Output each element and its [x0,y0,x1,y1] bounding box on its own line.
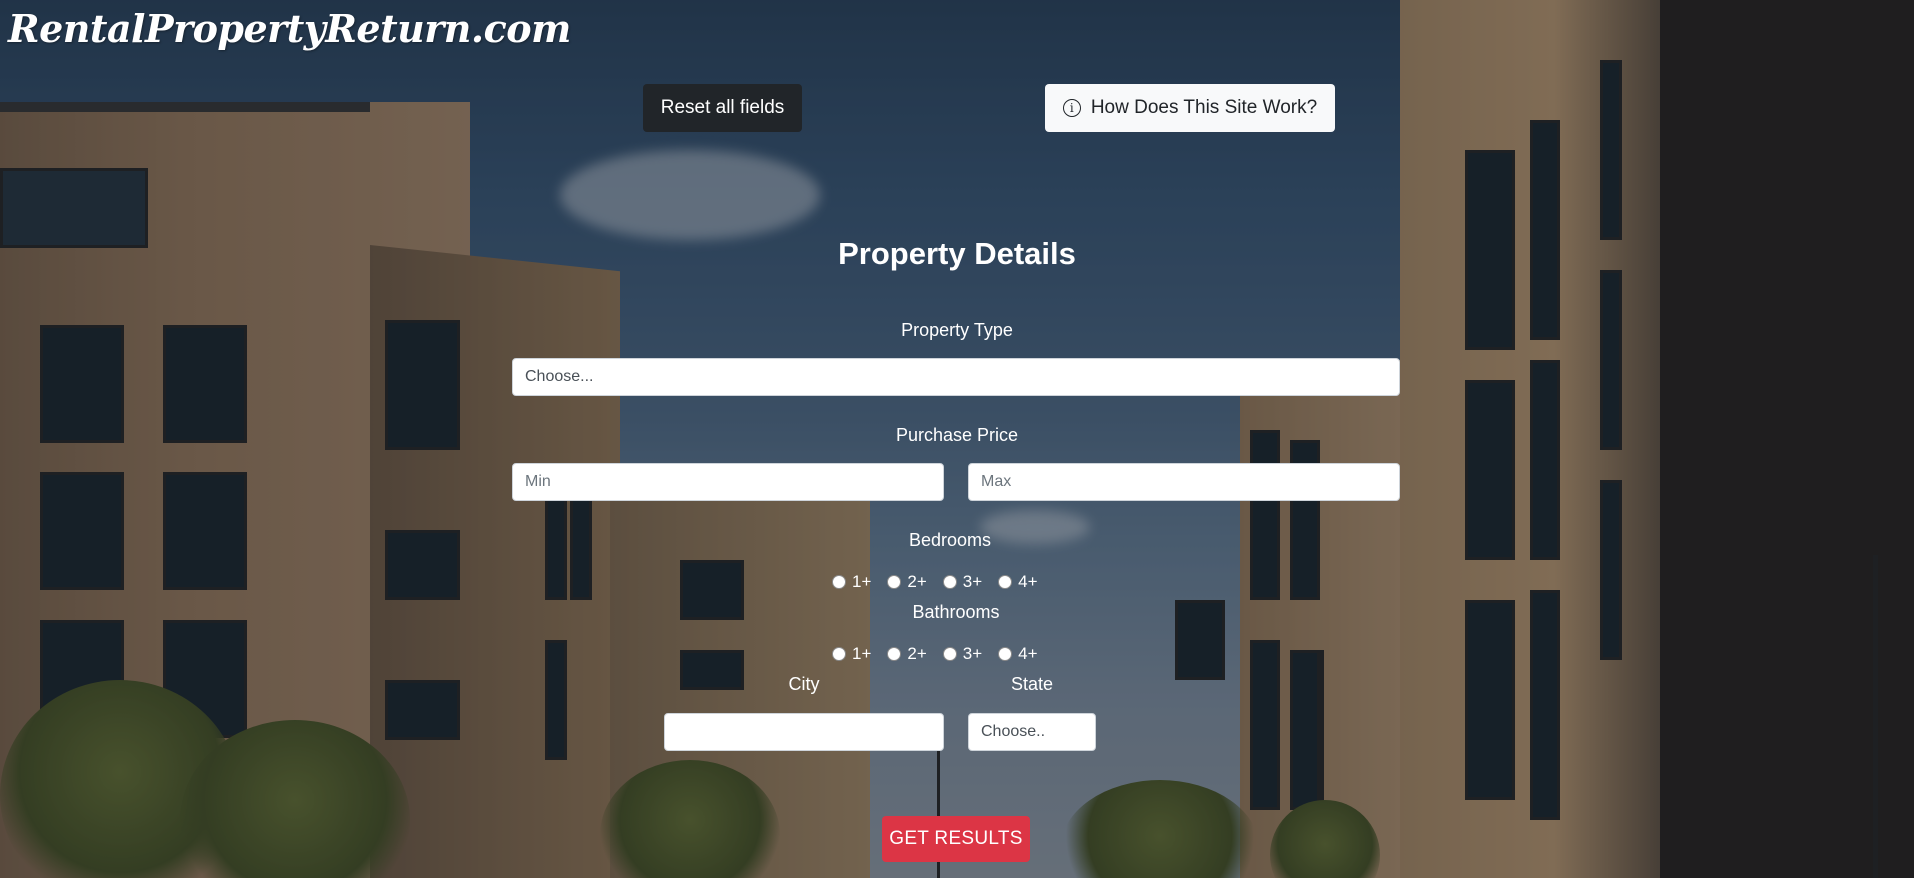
bedrooms-option-1[interactable]: 1+ [832,572,871,592]
state-select[interactable]: Choose.. [968,713,1096,751]
form-title: Property Details [838,236,1076,271]
bedrooms-option-3[interactable]: 3+ [942,572,982,592]
bedrooms-option-4[interactable]: 4+ [998,572,1038,592]
radio-button[interactable] [942,647,957,661]
how-does-this-site-work-button[interactable]: i How Does This Site Work? [1045,84,1335,132]
bedrooms-label: Bedrooms [908,530,992,550]
radio-button[interactable] [998,575,1013,589]
bathrooms-option-1[interactable]: 1+ [832,644,871,664]
state-selected: Choose.. [981,723,1046,740]
city-input[interactable] [664,713,944,751]
reset-all-fields-button[interactable]: Reset all fields [643,84,802,132]
property-type-label: Property Type [901,320,1013,340]
bathrooms-option-3[interactable]: 3+ [942,644,982,664]
property-type-select[interactable]: Choose... [512,358,1400,396]
radio-button[interactable] [887,647,902,661]
purchase-price-label: Purchase Price [895,425,1019,445]
bedrooms-radio-group: 1+ 2+ 3+ 4+ [832,572,1054,592]
site-logo[interactable]: RentalPropertyReturn.com [8,6,571,51]
city-label: City [788,674,820,694]
radio-button[interactable] [887,575,902,589]
purchase-price-min-input[interactable] [512,463,944,501]
purchase-price-max-input[interactable] [968,463,1400,501]
property-type-selected: Choose... [525,368,594,385]
bathrooms-option-4[interactable]: 4+ [998,644,1038,664]
get-results-button[interactable]: GET RESULTS [882,816,1030,862]
state-label: State [1010,674,1054,694]
info-icon: i [1062,99,1081,117]
radio-button[interactable] [998,647,1013,661]
bathrooms-radio-group: 1+ 2+ 3+ 4+ [832,644,1054,664]
radio-button[interactable] [832,647,846,661]
bathrooms-option-2[interactable]: 2+ [887,644,927,664]
radio-button[interactable] [832,575,846,589]
bedrooms-option-2[interactable]: 2+ [887,572,927,592]
radio-button[interactable] [942,575,957,589]
page: RentalPropertyReturn.com Reset all field… [0,0,1914,878]
help-button-label: How Does This Site Work? [1090,97,1318,118]
bathrooms-label: Bathrooms [912,602,1000,622]
